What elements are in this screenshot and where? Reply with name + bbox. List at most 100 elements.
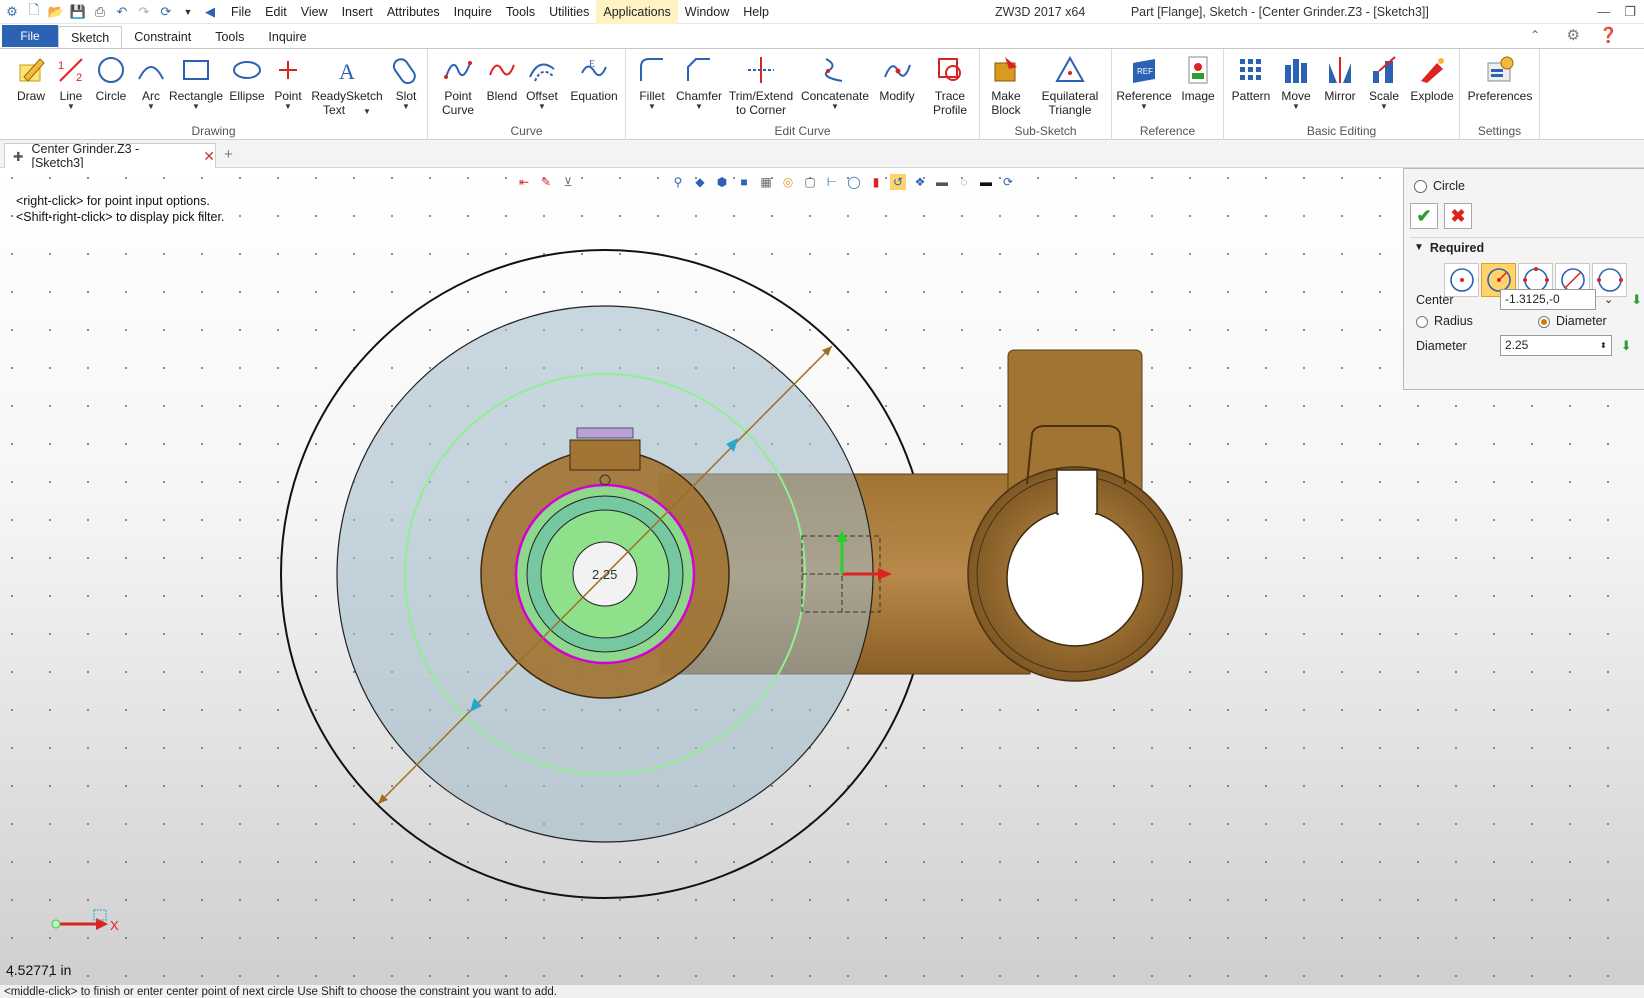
tab-constraint[interactable]: Constraint	[122, 26, 203, 48]
diameter-pick-icon[interactable]: ⬇	[1621, 338, 1632, 354]
pick-filter-icon[interactable]: ⚲	[670, 174, 686, 190]
grid-icon[interactable]: ▦	[758, 174, 774, 190]
graphics-viewport[interactable]: 2.25 X <right-click> for point input opt…	[0, 168, 1644, 984]
app-logo-icon[interactable]: ⚙	[2, 2, 22, 22]
shaded-view-icon[interactable]: ◆	[692, 174, 708, 190]
chamfer-button[interactable]: Chamfer ▼	[674, 55, 724, 111]
line-style-icon[interactable]: ▬	[978, 174, 994, 190]
menu-help[interactable]: Help	[736, 0, 776, 24]
concatenate-button[interactable]: Concatenate ▼	[798, 55, 872, 111]
orient-icon[interactable]: ↺	[890, 174, 906, 190]
minimize-icon[interactable]: —	[1597, 0, 1610, 24]
eraser-icon[interactable]: ✎	[538, 174, 554, 190]
standard-view-icon[interactable]: ■	[736, 174, 752, 190]
menu-insert[interactable]: Insert	[335, 0, 380, 24]
snap-icon[interactable]: ◎	[780, 174, 796, 190]
keyway[interactable]	[1056, 469, 1098, 515]
trim-extend-button[interactable]: Trim/Extend to Corner	[726, 55, 796, 117]
back-arrow-icon[interactable]: ◀	[200, 2, 220, 22]
bore-hole[interactable]	[1006, 509, 1144, 647]
exit-sketch-icon[interactable]: ⇤	[516, 174, 532, 190]
readysketch-text-button[interactable]: A ReadySketch Text ▼	[310, 55, 384, 117]
regenerate-icon[interactable]: ⟳	[156, 2, 176, 22]
slot-button[interactable]: Slot ▼	[386, 55, 426, 111]
arc-button[interactable]: Arc ▼	[134, 55, 168, 111]
mirror-button[interactable]: Mirror	[1318, 55, 1362, 103]
radius-option[interactable]: Radius	[1416, 314, 1538, 328]
offset-button[interactable]: Offset ▼	[522, 55, 562, 111]
open-folder-icon[interactable]: 📂	[46, 2, 66, 22]
display-icon[interactable]: ❖	[912, 174, 928, 190]
diameter-option[interactable]: Diameter	[1538, 314, 1607, 328]
close-tab-icon[interactable]: ✕	[203, 148, 215, 165]
menu-window[interactable]: Window	[678, 0, 736, 24]
lamp-icon[interactable]: ◯	[846, 174, 862, 190]
dotted-circle-icon[interactable]: ◌	[956, 174, 972, 190]
model-canvas[interactable]: 2.25 X	[0, 168, 1644, 984]
fillet-button[interactable]: Fillet ▼	[632, 55, 672, 111]
menu-applications[interactable]: Applications	[596, 0, 678, 24]
circle-button[interactable]: Circle	[90, 55, 132, 103]
reference-button[interactable]: REF Reference ▼	[1114, 55, 1174, 111]
filter-icon[interactable]: ⊻	[560, 174, 576, 190]
save-icon[interactable]: 💾	[68, 2, 88, 22]
required-section[interactable]: ▼ Required	[1410, 237, 1644, 257]
dimension-value-label[interactable]: 2.25	[592, 567, 617, 582]
tab-inquire[interactable]: Inquire	[256, 26, 318, 48]
view-cube-icon[interactable]: ⬢	[714, 174, 730, 190]
menu-utilities[interactable]: Utilities	[542, 0, 596, 24]
print-icon[interactable]: ⎙	[90, 2, 110, 22]
center-pick-icon[interactable]: ⬇	[1631, 292, 1642, 308]
tab-sketch[interactable]: Sketch	[58, 26, 123, 48]
scale-button[interactable]: Scale ▼	[1364, 55, 1404, 111]
center-dropdown-icon[interactable]: ⌄	[1604, 293, 1613, 306]
menu-inquire[interactable]: Inquire	[447, 0, 499, 24]
menu-attributes[interactable]: Attributes	[380, 0, 447, 24]
center-input[interactable]: -1.3125,-0	[1500, 289, 1596, 310]
equilateral-triangle-button[interactable]: Equilateral Triangle	[1032, 55, 1108, 117]
line-button[interactable]: 12 Line ▼	[52, 55, 90, 111]
point-curve-button[interactable]: Point Curve	[436, 55, 480, 117]
explode-button[interactable]: Explode	[1406, 55, 1458, 103]
ellipse-button[interactable]: Ellipse	[226, 55, 268, 103]
menu-edit[interactable]: Edit	[258, 0, 294, 24]
point-button[interactable]: Point ▼	[268, 55, 308, 111]
diameter-spinner-icon[interactable]: ⬍	[1600, 341, 1607, 350]
file-tab[interactable]: File	[2, 25, 58, 47]
document-tab[interactable]: ✚ Center Grinder.Z3 - [Sketch3] ✕	[4, 142, 216, 170]
color-icon[interactable]: ▮	[868, 174, 884, 190]
tab-tools[interactable]: Tools	[203, 26, 256, 48]
ok-button[interactable]: ✔	[1410, 203, 1438, 229]
menu-file[interactable]: File	[224, 0, 258, 24]
menu-view[interactable]: View	[294, 0, 335, 24]
preferences-button[interactable]: Preferences	[1464, 55, 1536, 103]
draw-button[interactable]: Draw	[10, 55, 52, 103]
ribbon-collapse-icon[interactable]: ⌃	[1530, 28, 1540, 42]
modify-button[interactable]: Modify	[874, 55, 920, 103]
settings-gear-icon[interactable]: ⚙	[1567, 26, 1580, 44]
blend-button[interactable]: Blend	[482, 55, 522, 103]
image-button[interactable]: Image	[1176, 55, 1220, 103]
redo-icon[interactable]: ↷	[134, 2, 154, 22]
new-tab-icon[interactable]: +	[224, 146, 233, 163]
zoom-box-icon[interactable]: ▢	[802, 174, 818, 190]
render-icon[interactable]: ▬	[934, 174, 950, 190]
menu-tools[interactable]: Tools	[499, 0, 542, 24]
measure-icon[interactable]: ⊢	[824, 174, 840, 190]
maximize-icon[interactable]: ❐	[1624, 0, 1636, 24]
undo-icon[interactable]: ↶	[112, 2, 132, 22]
help-icon[interactable]: ❓	[1599, 26, 1618, 44]
cancel-button[interactable]: ✖	[1444, 203, 1472, 229]
move-button[interactable]: Move ▼	[1276, 55, 1316, 111]
pattern-button[interactable]: Pattern	[1228, 55, 1274, 103]
radius-radio[interactable]	[1416, 315, 1428, 328]
equation-button[interactable]: E Equation	[564, 55, 624, 103]
rectangle-button[interactable]: Rectangle ▼	[168, 55, 224, 111]
new-file-icon[interactable]: 🗋	[24, 2, 44, 22]
customize-dropdown-icon[interactable]: ▼	[178, 2, 198, 22]
diameter-input[interactable]: 2.25	[1500, 335, 1612, 356]
trace-profile-button[interactable]: Trace Profile	[922, 55, 978, 117]
refresh-view-icon[interactable]: ⟳	[1000, 174, 1016, 190]
diameter-radio[interactable]	[1538, 315, 1550, 328]
make-block-button[interactable]: Make Block	[984, 55, 1028, 117]
